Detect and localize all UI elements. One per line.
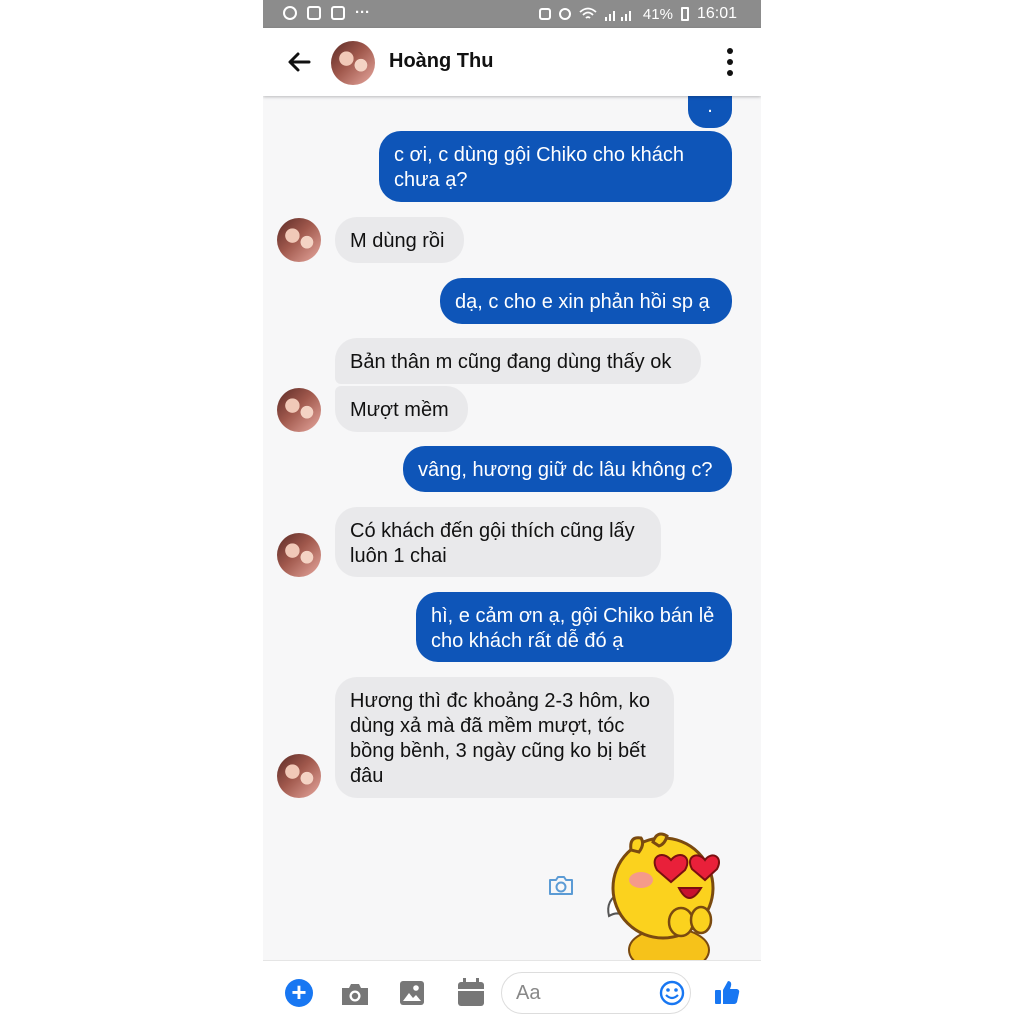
message-text: Hương thì đc khoảng 2-3 hôm, ko dùng xả … [350, 690, 650, 787]
clock: 16:01 [696, 5, 737, 22]
contact-avatar-small[interactable] [277, 533, 321, 577]
status-bar: ··· 41% 16:01 [263, 0, 761, 28]
contact-avatar-small[interactable] [277, 218, 321, 262]
message-outgoing[interactable]: dạ, c cho e xin phản hồi sp ạ [440, 278, 732, 324]
message-outgoing[interactable]: vâng, hương giữ dc lâu không c? [403, 446, 732, 492]
heart-eyes-sticker[interactable] [601, 830, 726, 960]
wifi-icon [579, 7, 597, 19]
message-text: Mượt mềm [350, 399, 449, 421]
message-outgoing[interactable]: . [688, 92, 732, 128]
conversation-header: Hoàng Thu [263, 28, 761, 96]
mute-icon [538, 8, 551, 20]
composer-bar: + Aa [263, 960, 761, 1024]
message-text: c ơi, c dùng gội Chiko cho khách chưa ạ? [394, 144, 684, 191]
message-text: Bản thân m cũng đang dùng thấy ok [350, 351, 672, 373]
plus-icon[interactable]: + [285, 979, 313, 1007]
contact-name[interactable]: Hoàng Thu [389, 50, 493, 73]
message-text: M dùng rồi [350, 230, 445, 252]
image-icon[interactable] [399, 980, 425, 1006]
message-incoming[interactable]: Có khách đến gội thích cũng lấy luôn 1 c… [335, 507, 661, 577]
message-text: vâng, hương giữ dc lâu không c? [418, 459, 713, 481]
battery-icon [680, 7, 689, 21]
alarm-icon [558, 8, 571, 20]
message-text: . [707, 95, 713, 117]
phone-screen: ··· 41% 16:01 Hoàng Thu . c ơi, c dùng g… [263, 0, 761, 1024]
thumbs-up-icon[interactable] [713, 978, 741, 1006]
camera-icon[interactable] [340, 981, 370, 1007]
back-arrow-icon[interactable] [285, 48, 313, 76]
more-vert-icon[interactable] [727, 48, 735, 78]
camera-icon[interactable] [547, 873, 575, 897]
message-incoming[interactable]: Bản thân m cũng đang dùng thấy ok [335, 338, 701, 384]
message-text: dạ, c cho e xin phản hồi sp ạ [455, 291, 710, 313]
smiley-icon[interactable] [659, 980, 685, 1006]
signal-icon [604, 11, 631, 21]
message-icon [307, 5, 321, 20]
calendar-icon[interactable] [457, 977, 485, 1007]
message-outgoing[interactable]: hì, e cảm ơn ạ, gội Chiko bán lẻ cho khá… [416, 592, 732, 662]
message-incoming[interactable]: M dùng rồi [335, 217, 464, 263]
contact-avatar[interactable] [331, 41, 375, 85]
message-incoming[interactable]: Mượt mềm [335, 386, 468, 432]
more-notifications: ··· [355, 4, 370, 21]
message-text: Có khách đến gội thích cũng lấy luôn 1 c… [350, 520, 635, 567]
notification-icon [283, 5, 297, 20]
battery-percent: 41% [642, 5, 673, 23]
message-incoming[interactable]: Hương thì đc khoảng 2-3 hôm, ko dùng xả … [335, 677, 674, 798]
contact-avatar-small[interactable] [277, 754, 321, 798]
contact-avatar-small[interactable] [277, 388, 321, 432]
message-text: hì, e cảm ơn ạ, gội Chiko bán lẻ cho khá… [431, 605, 715, 652]
image-notification-icon [331, 5, 345, 20]
message-outgoing[interactable]: c ơi, c dùng gội Chiko cho khách chưa ạ? [379, 131, 732, 202]
